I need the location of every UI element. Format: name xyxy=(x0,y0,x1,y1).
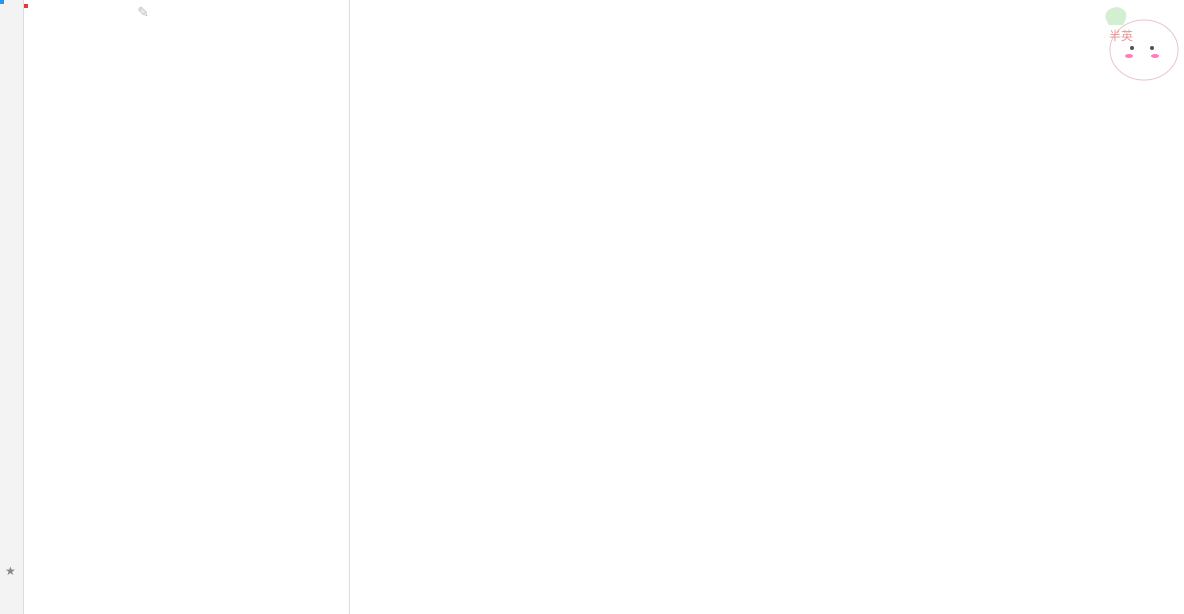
tool-window-bar: ★ xyxy=(0,0,24,614)
structure-tool-tab[interactable] xyxy=(0,2,8,18)
edit-icon[interactable]: ✎ xyxy=(137,4,149,21)
code-editor[interactable] xyxy=(392,0,1184,614)
highlight-box-red xyxy=(24,4,28,8)
svg-text:半英: 半英 xyxy=(1109,29,1133,43)
line-number-gutter xyxy=(350,0,390,614)
structure-panel: ✎ xyxy=(24,0,350,614)
watermark-mascot: 半英 xyxy=(1044,0,1184,90)
favorites-star-icon: ★ xyxy=(5,564,16,578)
